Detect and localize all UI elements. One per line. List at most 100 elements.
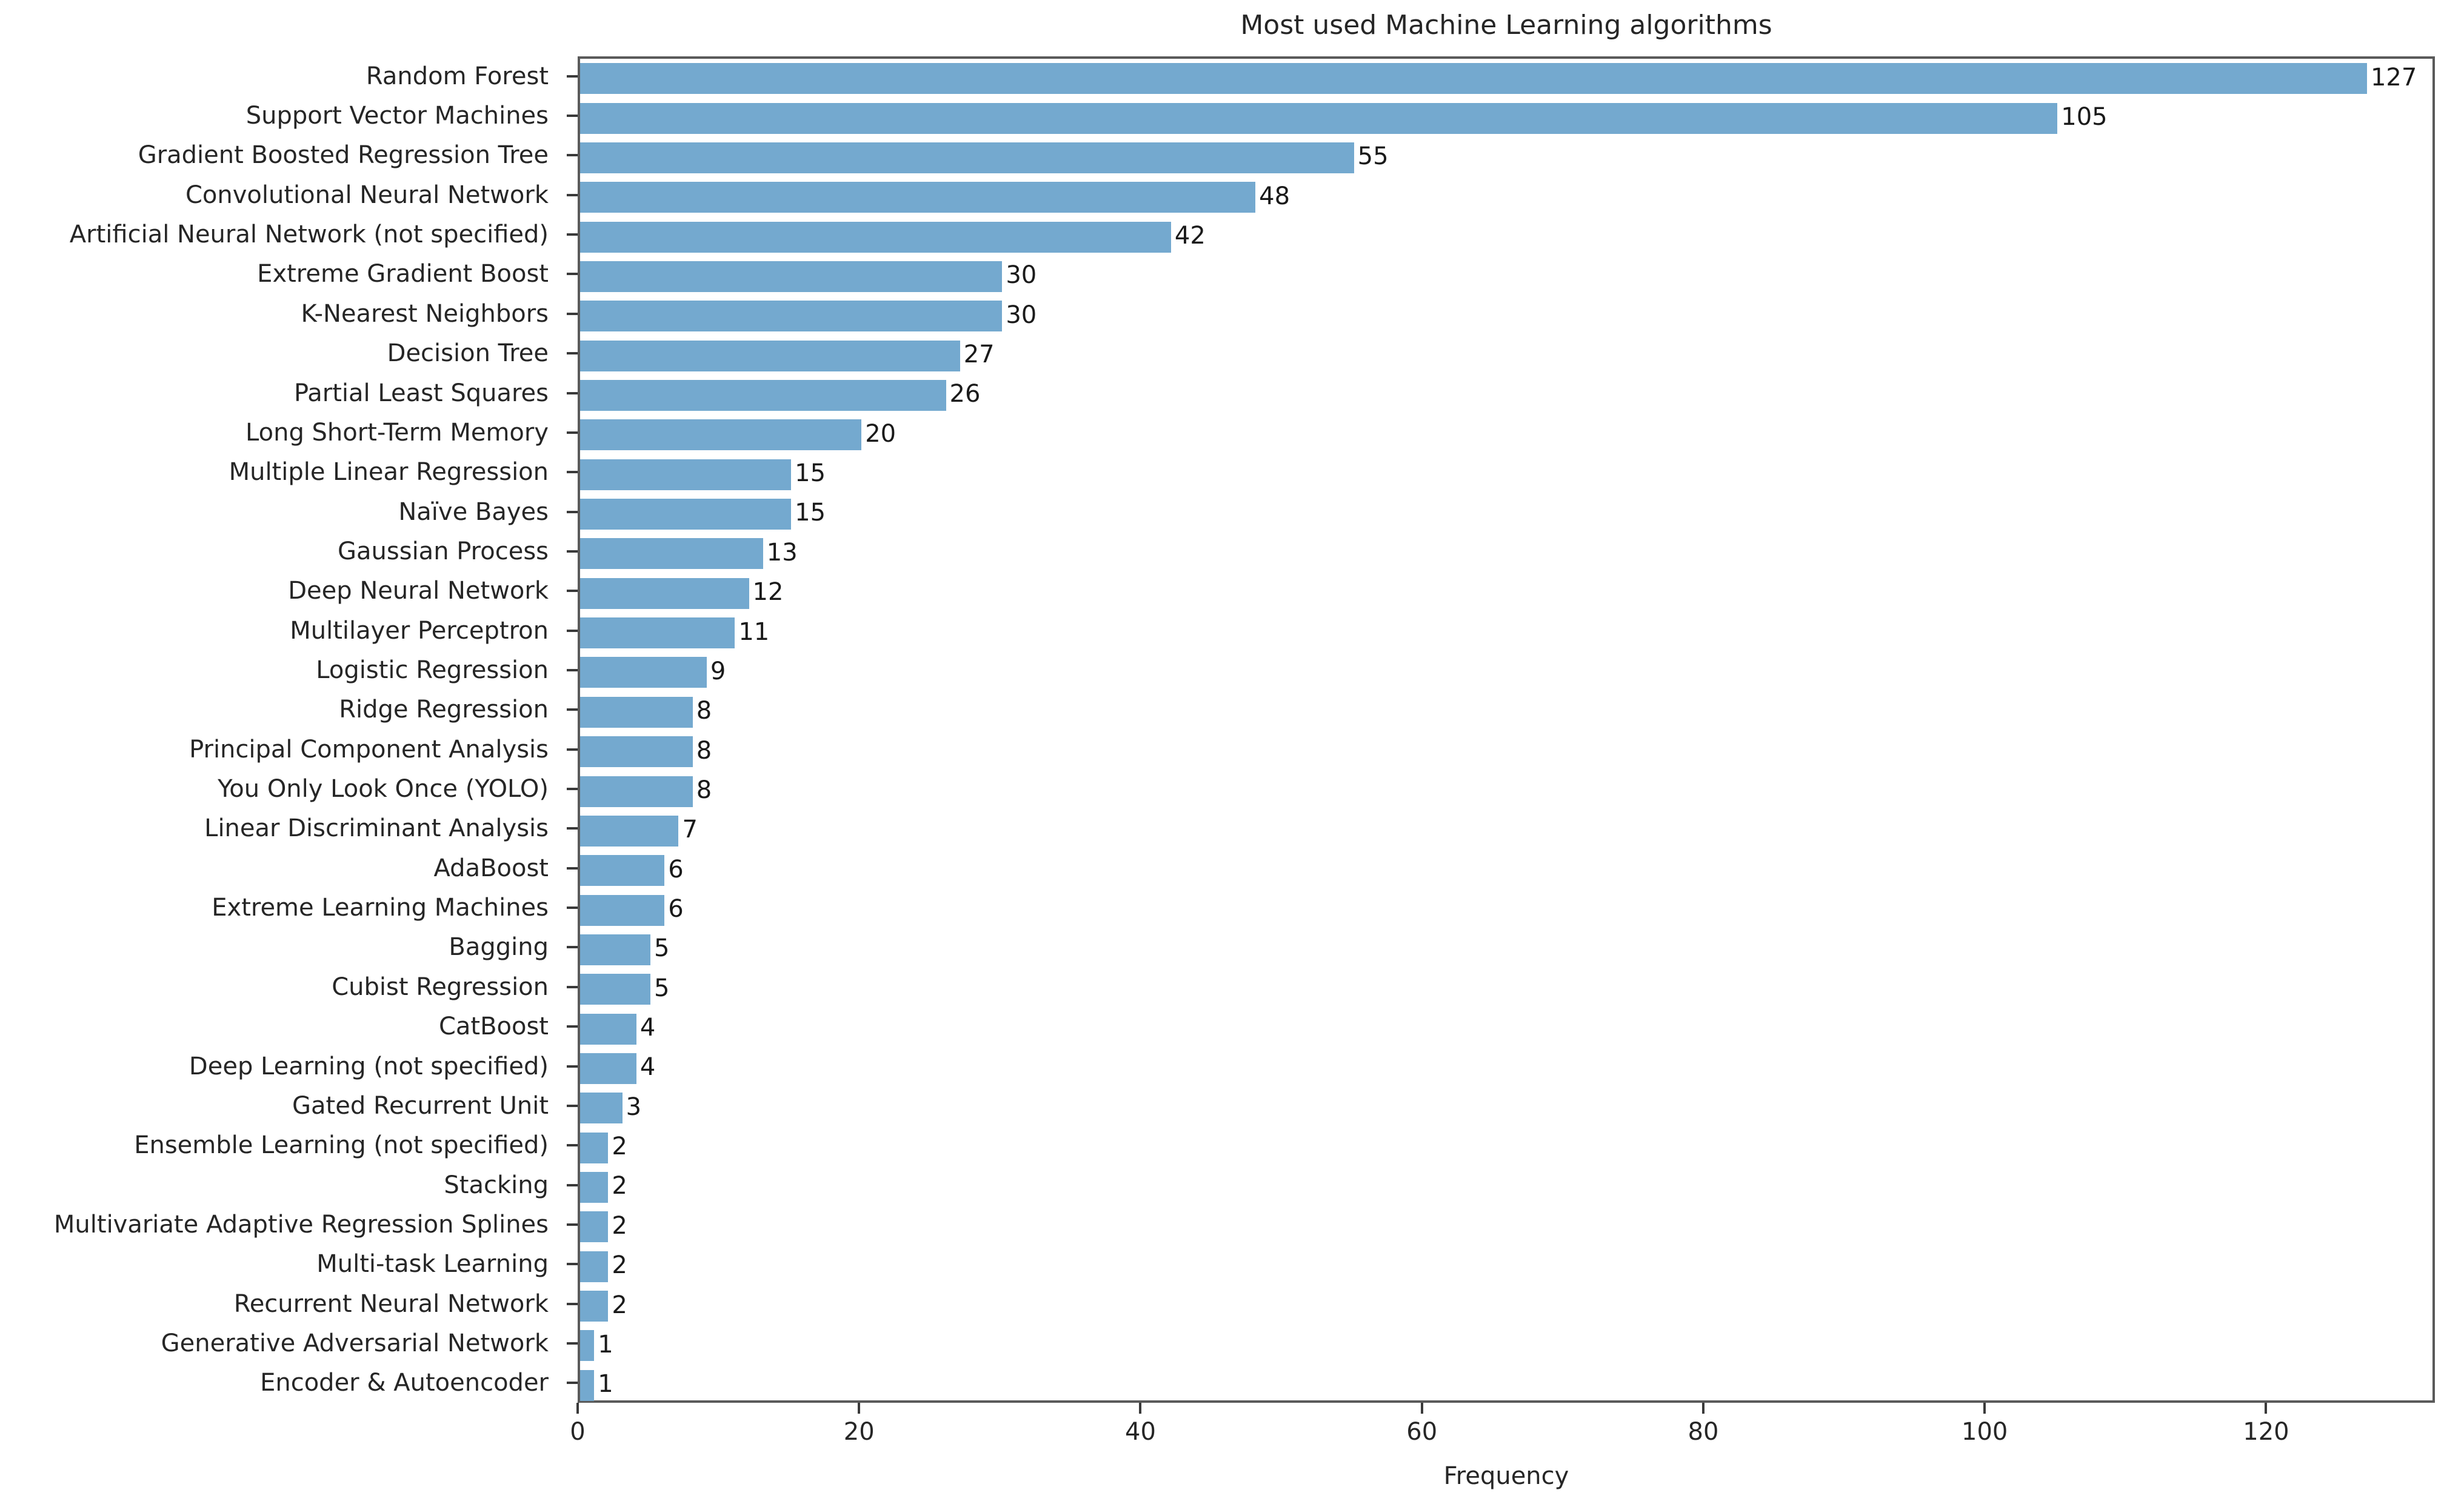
bar[interactable] — [580, 459, 792, 490]
bar[interactable] — [580, 261, 1003, 292]
bar-row[interactable]: 6 — [580, 890, 2432, 930]
bar[interactable] — [580, 855, 665, 887]
bar-row[interactable]: 1 — [580, 1366, 2432, 1405]
bar-row[interactable]: 15 — [580, 494, 2432, 534]
bar[interactable] — [580, 696, 693, 728]
bar[interactable] — [580, 1053, 636, 1084]
bar-row[interactable]: 7 — [580, 811, 2432, 851]
x-tick-label: 20 — [843, 1418, 875, 1446]
bar[interactable] — [580, 301, 1003, 332]
bar[interactable] — [580, 1291, 609, 1322]
bar-row[interactable]: 1 — [580, 1326, 2432, 1365]
bar[interactable] — [580, 1211, 609, 1243]
bar-value-label: 15 — [795, 459, 826, 488]
bar-row[interactable]: 8 — [580, 771, 2432, 811]
bar-row[interactable]: 8 — [580, 732, 2432, 771]
bar[interactable] — [580, 934, 651, 965]
y-tick-mark — [567, 1144, 578, 1147]
bar[interactable] — [580, 142, 1354, 173]
bar[interactable] — [580, 1369, 595, 1401]
x-tick-mark — [1701, 1403, 1704, 1414]
bar-row[interactable]: 12 — [580, 574, 2432, 613]
x-tick-label: 80 — [1688, 1418, 1719, 1446]
bar-row[interactable]: 42 — [580, 217, 2432, 256]
bar[interactable] — [580, 1013, 636, 1045]
bar-row[interactable]: 2 — [580, 1207, 2432, 1246]
bar-row[interactable]: 2 — [580, 1247, 2432, 1286]
bar-value-label: 12 — [752, 578, 784, 607]
y-tick-mark — [567, 193, 578, 196]
bar-row[interactable]: 15 — [580, 455, 2432, 494]
bar-row[interactable]: 2 — [580, 1286, 2432, 1326]
y-tick-mark — [567, 590, 578, 593]
bar[interactable] — [580, 577, 749, 609]
bar[interactable] — [580, 1132, 609, 1163]
bar-row[interactable]: 30 — [580, 257, 2432, 296]
bar-row[interactable]: 8 — [580, 693, 2432, 732]
bar-row[interactable]: 127 — [580, 59, 2432, 98]
y-tick-mark — [567, 312, 578, 315]
bar-row[interactable]: 13 — [580, 534, 2432, 573]
bar-row[interactable]: 27 — [580, 336, 2432, 375]
bar[interactable] — [580, 182, 1256, 213]
bars-layer: 127 105 55 48 42 30 30 27 26 20 15 15 13 12 11 9 8 8 8 7 6 6 5… — [580, 59, 2432, 1401]
bar-value-label: 2 — [612, 1291, 627, 1319]
bar-value-label: 30 — [1006, 261, 1037, 290]
bar[interactable] — [580, 1093, 623, 1124]
y-tick-mark — [567, 985, 578, 988]
bar[interactable] — [580, 815, 679, 847]
bar-row[interactable]: 55 — [580, 138, 2432, 178]
bar[interactable] — [580, 776, 693, 807]
bar[interactable] — [580, 974, 651, 1005]
bar[interactable] — [580, 736, 693, 768]
y-tick-mark — [567, 510, 578, 513]
x-tick-mark — [858, 1403, 861, 1414]
bar-value-label: 2 — [612, 1251, 627, 1280]
bar-row[interactable]: 105 — [580, 98, 2432, 138]
bar-value-label: 8 — [696, 697, 712, 725]
bar-row[interactable]: 20 — [580, 415, 2432, 454]
bar-value-label: 13 — [766, 538, 798, 567]
bar[interactable] — [580, 221, 1171, 253]
bar-row[interactable]: 26 — [580, 376, 2432, 415]
y-tick-mark — [567, 1342, 578, 1345]
bar-value-label: 48 — [1259, 182, 1290, 210]
bar-row[interactable]: 11 — [580, 613, 2432, 653]
bar-value-label: 4 — [639, 1053, 656, 1082]
bar-row[interactable]: 4 — [580, 1009, 2432, 1048]
bar[interactable] — [580, 538, 763, 570]
bar[interactable] — [580, 499, 792, 530]
bar[interactable] — [580, 102, 2058, 134]
bar[interactable] — [580, 1251, 609, 1282]
page-title: Most used Machine Learning algorithms — [1240, 10, 1772, 41]
bar-row[interactable]: 30 — [580, 296, 2432, 336]
bar[interactable] — [580, 63, 2367, 95]
bar[interactable] — [580, 894, 665, 926]
plot-area: 127 105 55 48 42 30 30 27 26 20 15 15 13 12 11 9 8 8 8 7 6 6 5… — [578, 56, 2435, 1403]
bar-row[interactable]: 6 — [580, 851, 2432, 890]
bar[interactable] — [580, 380, 946, 411]
bar-row[interactable]: 9 — [580, 653, 2432, 692]
bar-row[interactable]: 3 — [580, 1088, 2432, 1128]
bar[interactable] — [580, 657, 707, 688]
bar-value-label: 9 — [710, 657, 726, 685]
bar[interactable] — [580, 617, 735, 649]
x-axis-title: Frequency — [1443, 1462, 1569, 1490]
y-tick-mark — [567, 1302, 578, 1305]
y-tick-mark — [567, 629, 578, 632]
bar[interactable] — [580, 1330, 595, 1362]
bar-chart-figure: Most used Machine Learning algorithms Ra… — [0, 0, 2464, 1507]
bar[interactable] — [580, 1172, 609, 1203]
x-tick-mark — [2265, 1403, 2268, 1414]
x-tick-mark — [1139, 1403, 1142, 1414]
bar-row[interactable]: 4 — [580, 1049, 2432, 1088]
bar[interactable] — [580, 340, 960, 371]
bar-row[interactable]: 2 — [580, 1168, 2432, 1207]
bar-row[interactable]: 2 — [580, 1128, 2432, 1168]
bar-row[interactable]: 48 — [580, 178, 2432, 217]
bar-value-label: 11 — [738, 617, 770, 646]
bar-row[interactable]: 5 — [580, 970, 2432, 1009]
bar-value-label: 30 — [1006, 301, 1037, 329]
bar[interactable] — [580, 419, 862, 451]
bar-row[interactable]: 5 — [580, 930, 2432, 970]
